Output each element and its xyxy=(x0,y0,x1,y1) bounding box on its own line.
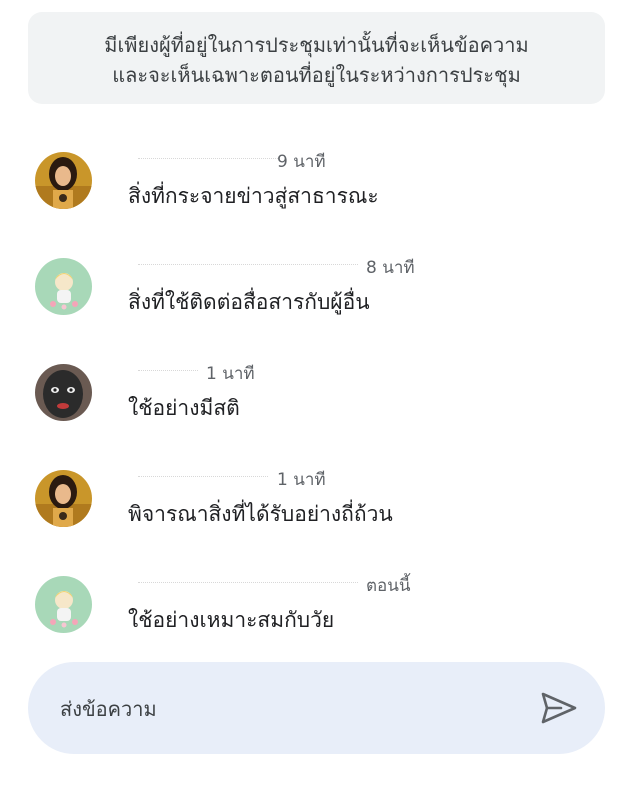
message-time: 9 นาที xyxy=(277,152,326,172)
message-text: สิ่งที่ใช้ติดต่อสื่อสารกับผู้อื่น xyxy=(128,290,370,314)
message-text: ใช้อย่างมีสติ xyxy=(128,396,240,420)
cartoon-avatar xyxy=(35,576,92,633)
notice-line-1: มีเพียงผู้ที่อยู่ในการประชุมเท่านั้นที่จ… xyxy=(104,33,529,57)
message-time: 8 นาที xyxy=(366,258,415,278)
sender-name-redacted xyxy=(138,150,278,159)
chat-message: 8 นาที สิ่งที่ใช้ติดต่อสื่อสารกับผู้อื่น xyxy=(0,246,633,326)
avatar[interactable] xyxy=(35,576,92,633)
sender-name-redacted xyxy=(138,574,358,583)
send-icon xyxy=(541,692,577,724)
message-time: 1 นาที xyxy=(277,470,326,490)
send-button[interactable] xyxy=(539,690,579,726)
avatar[interactable] xyxy=(35,364,92,421)
girl-photo-avatar xyxy=(35,470,92,527)
message-text: สิ่งที่กระจายข่าวสู่สาธารณะ xyxy=(128,184,379,208)
message-time: ตอนนี้ xyxy=(366,576,411,596)
notice-line-2: และจะเห็นเฉพาะตอนที่อยู่ในระหว่างการประช… xyxy=(112,63,521,87)
sender-name-redacted xyxy=(138,468,268,477)
chat-message: 1 นาที พิจารณาสิ่งที่ได้รับอย่างถี่ถ้วน xyxy=(0,458,633,538)
face-mask-avatar xyxy=(35,364,92,421)
message-text: พิจารณาสิ่งที่ได้รับอย่างถี่ถ้วน xyxy=(128,502,393,526)
chat-message: ตอนนี้ ใช้อย่างเหมาะสมกับวัย xyxy=(0,564,633,644)
avatar[interactable] xyxy=(35,258,92,315)
chat-visibility-notice: มีเพียงผู้ที่อยู่ในการประชุมเท่านั้นที่จ… xyxy=(28,12,605,104)
message-composer xyxy=(28,662,605,754)
cartoon-avatar xyxy=(35,258,92,315)
message-time: 1 นาที xyxy=(206,364,255,384)
sender-name-redacted xyxy=(138,362,198,371)
sender-name-redacted xyxy=(138,256,358,265)
avatar[interactable] xyxy=(35,470,92,527)
chat-message: 9 นาที สิ่งที่กระจายข่าวสู่สาธารณะ xyxy=(0,140,633,220)
meeting-chat-panel: มีเพียงผู้ที่อยู่ในการประชุมเท่านั้นที่จ… xyxy=(0,0,633,799)
message-text: ใช้อย่างเหมาะสมกับวัย xyxy=(128,608,335,632)
chat-message: 1 นาที ใช้อย่างมีสติ xyxy=(0,352,633,432)
message-input[interactable] xyxy=(58,688,522,730)
girl-photo-avatar xyxy=(35,152,92,209)
avatar[interactable] xyxy=(35,152,92,209)
